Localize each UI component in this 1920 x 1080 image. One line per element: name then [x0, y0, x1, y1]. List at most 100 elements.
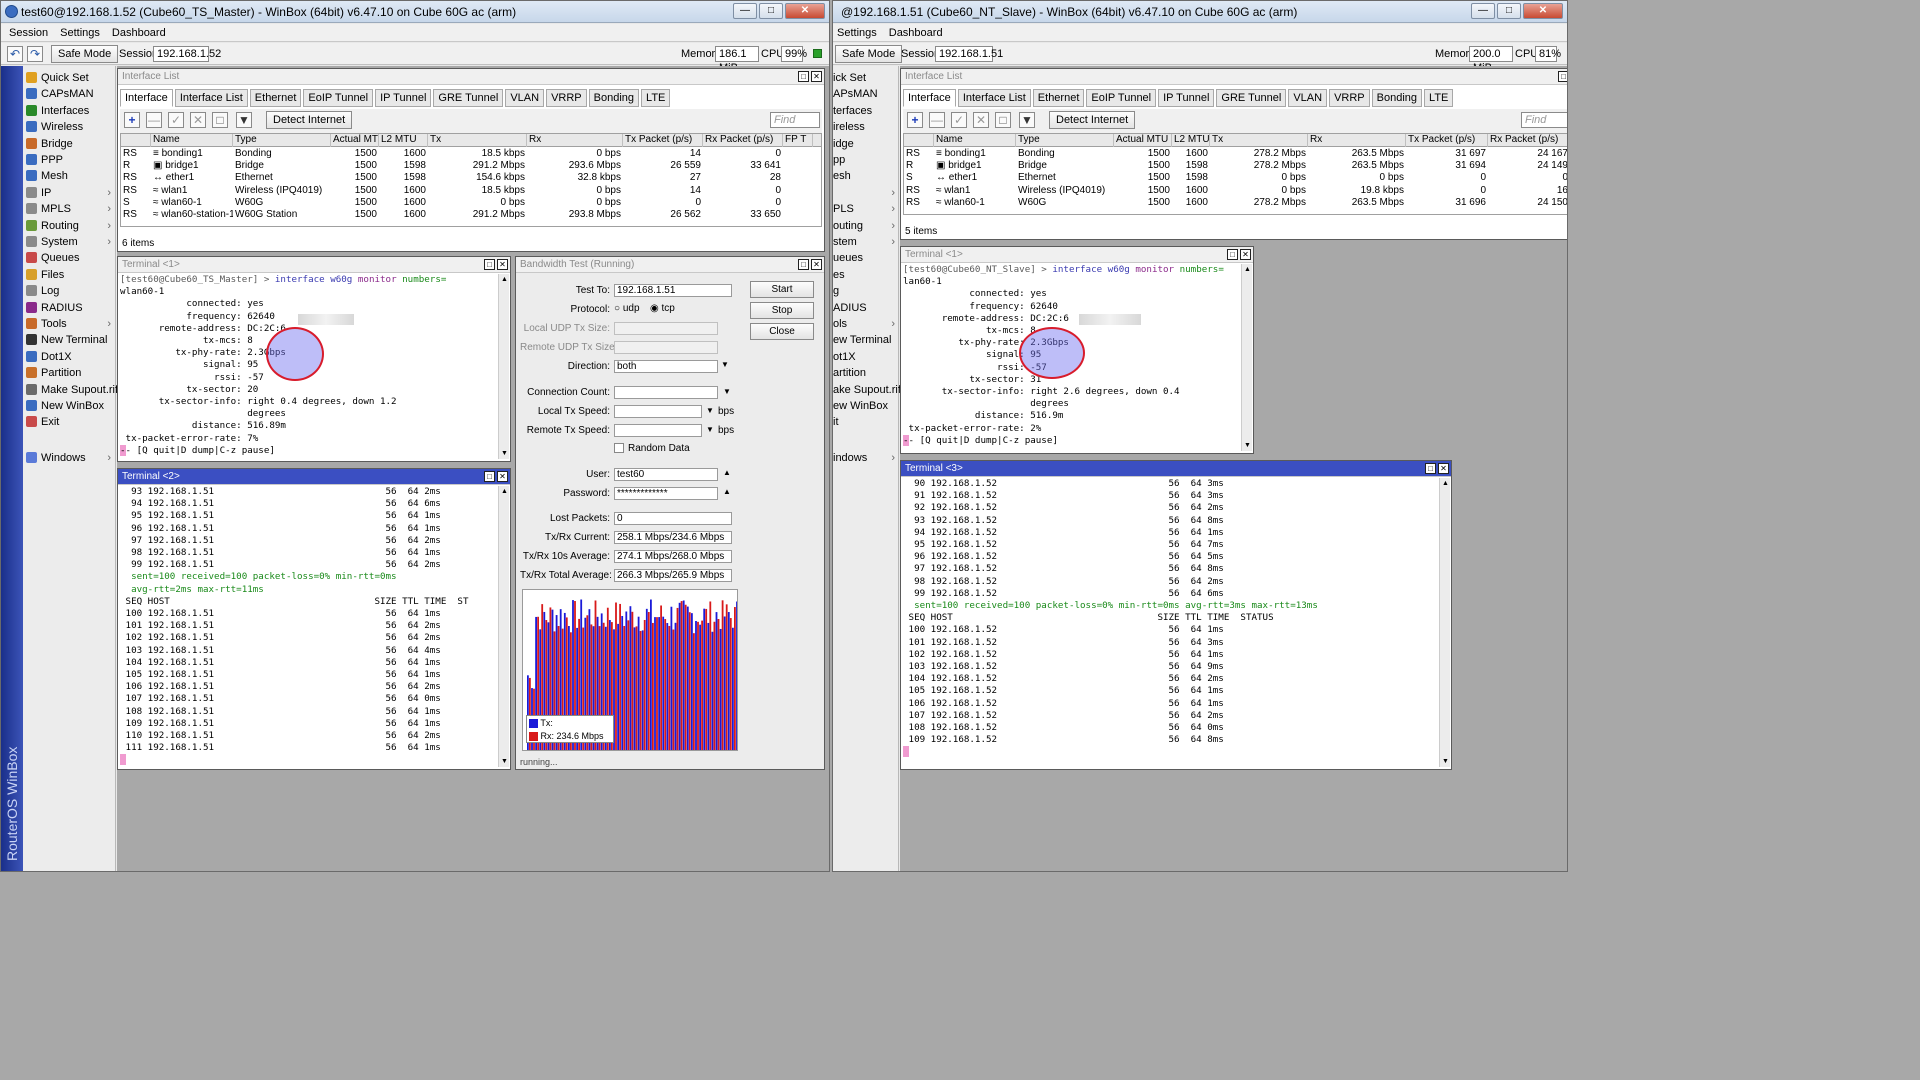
tab-lte[interactable]: LTE	[641, 89, 671, 107]
comment-icon[interactable]: □	[212, 112, 228, 128]
sidebar-item-quick-set[interactable]: Quick Set	[25, 70, 113, 86]
remote-tx-speed-input[interactable]	[614, 424, 702, 437]
terminal-2-output[interactable]: 93 192.168.1.51 56 64 2ms 94 192.168.1.5…	[120, 486, 496, 767]
table-row[interactable]: S ≈ wlan60-1 W60G 1500 1600 0 bps 0 bps 0 0	[121, 197, 821, 209]
table-row[interactable]: RS ≈ wlan1 Wireless (IPQ4019) 1500 1600 0 bps…	[904, 185, 1567, 197]
detect-internet-button[interactable]: Detect Internet	[266, 111, 353, 129]
terminal-1-title[interactable]: Terminal <1>	[901, 247, 1253, 263]
sidebar-item-tools[interactable]: ols ›	[833, 316, 897, 332]
tab-vrrp[interactable]: VRRP	[546, 89, 587, 107]
sidebar-item-ip[interactable]: IP ›	[25, 185, 113, 201]
undo-icon[interactable]: ↶	[7, 46, 23, 62]
sidebar-item-wireless[interactable]: ireless	[833, 119, 897, 135]
sidebar-item-mpls[interactable]: PLS ›	[833, 201, 897, 217]
local-tx-speed-input[interactable]	[614, 405, 702, 418]
close-icon[interactable]: ✕	[1438, 463, 1449, 474]
table-row[interactable]: RS ≈ wlan60-1 W60G 1500 1600 278.2 Mbps 263.5 …	[904, 197, 1567, 209]
scrollbar[interactable]: ▲ ▼	[498, 274, 509, 459]
terminal-1-title[interactable]: Terminal <1>	[118, 257, 510, 273]
tab-ip-tunnel[interactable]: IP Tunnel	[1158, 89, 1215, 107]
sidebar-item-routing[interactable]: outing ›	[833, 218, 897, 234]
scroll-up-icon[interactable]: ▲	[1243, 265, 1252, 274]
filter-icon[interactable]: ▼	[1019, 112, 1035, 128]
random-data-checkbox[interactable]	[614, 443, 624, 453]
sidebar-item-radius[interactable]: RADIUS	[25, 300, 113, 316]
sidebar-item-bridge[interactable]: Bridge	[25, 136, 113, 152]
restore-icon[interactable]: □	[484, 471, 495, 482]
sidebar-item-queues[interactable]: ueues	[833, 250, 897, 266]
chevron-up-icon[interactable]: ▲	[723, 487, 731, 496]
sidebar-item-log[interactable]: g	[833, 283, 897, 299]
remove-icon[interactable]: —	[146, 112, 162, 128]
column-header-flags[interactable]	[121, 134, 151, 147]
password-input[interactable]: *************	[614, 487, 718, 500]
column-header-name[interactable]: Name	[151, 134, 233, 147]
menu-dashboard[interactable]: Dashboard	[112, 24, 166, 41]
interface-list-title[interactable]: Interface List	[118, 69, 824, 85]
column-header-name[interactable]: Name	[934, 134, 1016, 147]
local-udp-input[interactable]	[614, 322, 718, 335]
sidebar-item-windows[interactable]: Windows ›	[25, 450, 113, 466]
menu-settings[interactable]: Settings	[837, 24, 877, 41]
scroll-up-icon[interactable]: ▲	[500, 275, 509, 284]
sidebar-item-dot1x[interactable]: ot1X	[833, 349, 897, 365]
sidebar-item-ppp[interactable]: PPP	[25, 152, 113, 168]
sidebar-item-wireless[interactable]: Wireless	[25, 119, 113, 135]
sidebar-item-exit[interactable]: it	[833, 414, 897, 430]
terminal-2-title[interactable]: Terminal <2>	[118, 469, 510, 485]
column-header-actual-mtu[interactable]: Actual MTU	[1114, 134, 1172, 147]
add-icon[interactable]: +	[907, 112, 923, 128]
udp-radio[interactable]: ○ udp	[614, 303, 640, 314]
scroll-up-icon[interactable]: ▲	[500, 487, 509, 496]
close-icon[interactable]: ✕	[811, 71, 822, 82]
tab-lte[interactable]: LTE	[1424, 89, 1454, 107]
table-row[interactable]: RS ≈ wlan1 Wireless (IPQ4019) 1500 1600 18.5 …	[121, 185, 821, 197]
close-button[interactable]: Close	[750, 323, 814, 340]
column-header-tx[interactable]: Tx	[428, 134, 527, 147]
table-row[interactable]: R ▣ bridge1 Bridge 1500 1598 278.2 Mbps 263.5 …	[904, 160, 1567, 172]
remote-udp-input[interactable]	[614, 341, 718, 354]
maximize-button[interactable]: □	[1497, 3, 1521, 19]
table-row[interactable]: S ↔ ether1 Ethernet 1500 1598 0 bps 0 bps 0 0	[904, 172, 1567, 184]
scrollbar[interactable]: ▲ ▼	[1439, 478, 1450, 767]
test-to-input[interactable]: 192.168.1.51	[614, 284, 732, 297]
sidebar-item-partition[interactable]: Partition	[25, 365, 113, 381]
tab-eoip-tunnel[interactable]: EoIP Tunnel	[1086, 89, 1157, 107]
sidebar-item-routing[interactable]: Routing ›	[25, 218, 113, 234]
tab-vlan[interactable]: VLAN	[505, 89, 545, 107]
tab-vlan[interactable]: VLAN	[1288, 89, 1328, 107]
redo-icon[interactable]: ↷	[27, 46, 43, 62]
tab-vrrp[interactable]: VRRP	[1329, 89, 1370, 107]
find-input[interactable]: Find	[1521, 112, 1567, 128]
table-row[interactable]: RS ↔ ether1 Ethernet 1500 1598 154.6 kbps 32.8…	[121, 172, 821, 184]
sidebar-item-system[interactable]: stem ›	[833, 234, 897, 250]
scroll-up-icon[interactable]: ▲	[1441, 479, 1450, 488]
enable-icon[interactable]: ✓	[951, 112, 967, 128]
column-header-rx[interactable]: Rx	[527, 134, 623, 147]
scrollbar[interactable]: ▲ ▼	[498, 486, 509, 767]
column-header-tx-packet-p-s-[interactable]: Tx Packet (p/s)	[623, 134, 703, 147]
bandwidth-test-title[interactable]: Bandwidth Test (Running)	[516, 257, 824, 273]
safe-mode-button[interactable]: Safe Mode	[835, 45, 903, 63]
column-header-type[interactable]: Type	[1016, 134, 1114, 147]
sidebar-item-quick-set[interactable]: ick Set	[833, 70, 897, 86]
tab-bonding[interactable]: Bonding	[588, 89, 640, 107]
tab-ethernet[interactable]: Ethernet	[249, 89, 302, 107]
table-row[interactable]: RS ≈ wlan60-station-1 W60G Station 1500 1600…	[121, 209, 821, 221]
table-row[interactable]: RS ≡ bonding1 Bonding 1500 1600 18.5 kbps 0 bp…	[121, 148, 821, 160]
user-input[interactable]: test60	[614, 468, 718, 481]
sidebar-item-ip[interactable]: ›	[833, 185, 897, 201]
sidebar-item-capsman[interactable]: CAPsMAN	[25, 86, 113, 102]
column-header-fp-t[interactable]: FP T	[783, 134, 813, 147]
maximize-button[interactable]: □	[759, 3, 783, 19]
sidebar-item-files[interactable]: Files	[25, 267, 113, 283]
sidebar-item-ppp[interactable]: pp	[833, 152, 897, 168]
session-field[interactable]: 192.168.1.51	[935, 46, 1003, 62]
comment-icon[interactable]: □	[995, 112, 1011, 128]
sidebar-item-interfaces[interactable]: Interfaces	[25, 103, 113, 119]
restore-icon[interactable]: □	[484, 259, 495, 270]
tcp-radio[interactable]: ◉ tcp	[650, 303, 675, 314]
direction-select[interactable]: both	[614, 360, 718, 373]
sidebar-item-windows[interactable]: indows ›	[833, 450, 897, 466]
menu-session[interactable]: Session	[9, 24, 48, 41]
